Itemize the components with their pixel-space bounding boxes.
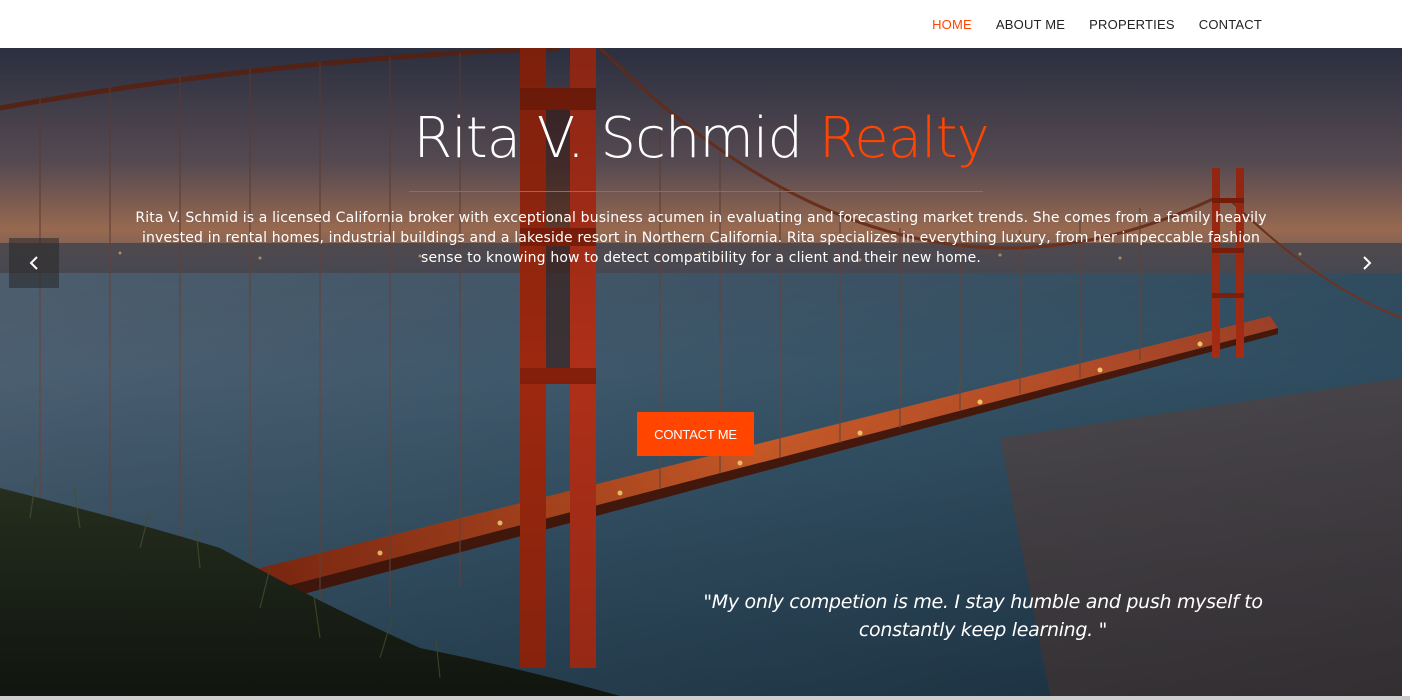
chevron-right-icon (1363, 256, 1372, 270)
nav-links: HOME ABOUT ME PROPERTIES CONTACT (932, 0, 1262, 48)
hero-description: Rita V. Schmid is a licensed California … (135, 210, 1267, 266)
slider-next-button[interactable] (1352, 238, 1382, 288)
top-navbar: HOME ABOUT ME PROPERTIES CONTACT (0, 0, 1410, 48)
nav-properties-link[interactable]: PROPERTIES (1089, 17, 1175, 32)
chevron-left-icon (29, 256, 38, 270)
right-gutter (1402, 48, 1410, 700)
hero-title-accent: Realty (818, 106, 990, 171)
contact-me-button[interactable]: CONTACT ME (637, 412, 754, 456)
nav-contact-link[interactable]: CONTACT (1199, 17, 1262, 32)
hero-title-main: Rita V. Schmid (413, 106, 819, 171)
slider-prev-button[interactable] (9, 238, 59, 288)
hero-slider: Rita V. Schmid Realty Rita V. Schmid is … (0, 48, 1402, 696)
title-divider (409, 191, 983, 192)
hero-quote: "My only competion is me. I stay humble … (703, 591, 1263, 641)
bottom-divider (0, 696, 1410, 700)
nav-home-link[interactable]: HOME (932, 17, 972, 32)
nav-about-link[interactable]: ABOUT ME (996, 17, 1065, 32)
hero-title: Rita V. Schmid Realty (0, 106, 1402, 171)
